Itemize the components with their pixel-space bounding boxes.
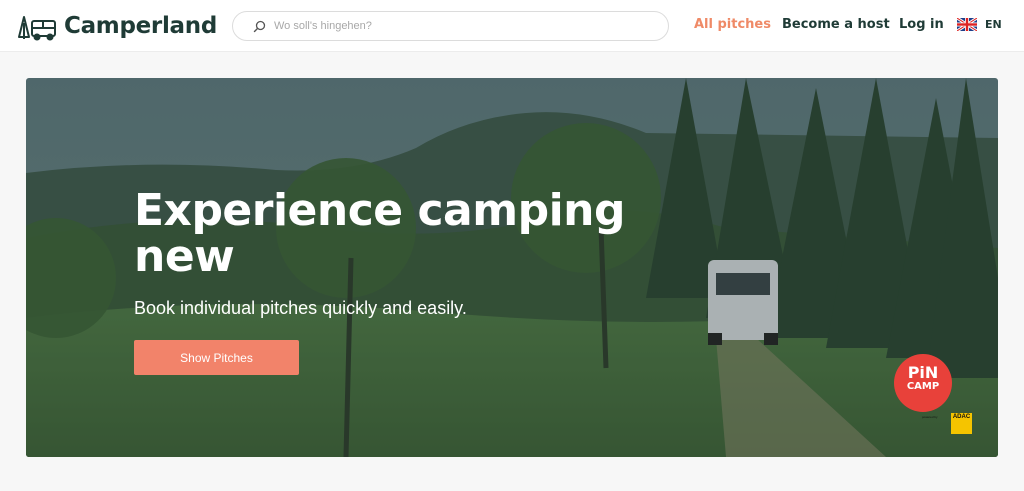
adac-powered-by: powered by xyxy=(922,415,938,419)
show-pitches-button[interactable]: Show Pitches xyxy=(134,340,299,375)
hero-subtitle: Book individual pitches quickly and easi… xyxy=(134,298,467,318)
brand-name: Camperland xyxy=(64,13,218,39)
camper-logo-icon xyxy=(18,16,56,41)
adac-logo-text: ADAC xyxy=(952,414,971,420)
search-icon xyxy=(253,20,266,32)
nav-all-pitches[interactable]: All pitches xyxy=(694,17,771,32)
uk-flag-icon xyxy=(957,18,977,31)
pincamp-badge[interactable]: PiN CAMP xyxy=(894,354,952,412)
pincamp-badge-bottom: CAMP xyxy=(906,381,940,392)
nav-log-in[interactable]: Log in xyxy=(899,17,944,32)
language-switcher[interactable]: EN xyxy=(957,18,1002,31)
hero-banner: Experience camping new Book individual p… xyxy=(26,78,998,457)
pincamp-badge-top: PiN xyxy=(907,363,939,382)
search-input[interactable] xyxy=(274,20,634,32)
adac-logo: ADAC xyxy=(951,413,972,434)
search-bar[interactable] xyxy=(232,11,669,41)
brand-logo[interactable]: Camperland xyxy=(16,10,217,42)
nav-become-a-host[interactable]: Become a host xyxy=(782,17,890,32)
hero-title: Experience camping new xyxy=(134,185,625,282)
top-navbar: Camperland All pitches Become a host Log… xyxy=(0,0,1024,52)
language-code: EN xyxy=(985,18,1002,31)
